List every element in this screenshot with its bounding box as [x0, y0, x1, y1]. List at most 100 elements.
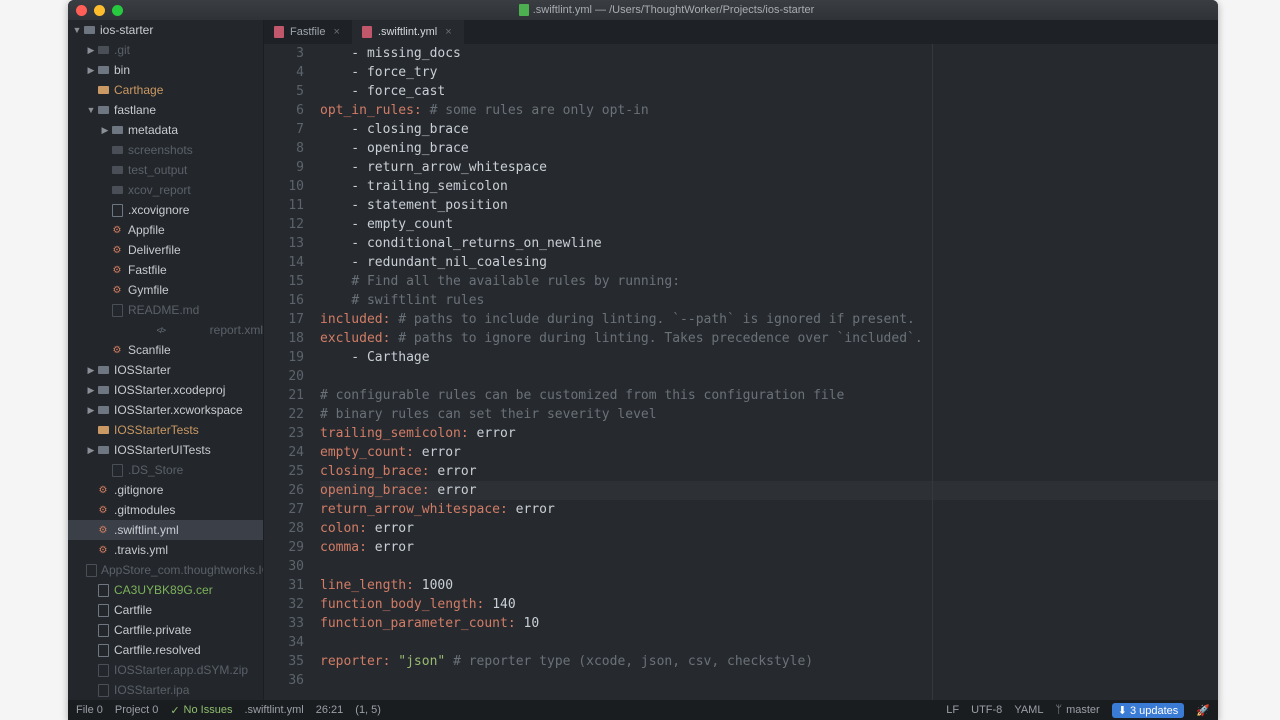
line-number[interactable]: 25 — [264, 462, 304, 481]
code-line[interactable]: - return_arrow_whitespace — [320, 158, 1218, 177]
tree-item[interactable]: Cartfile — [68, 600, 263, 620]
zoom-window-button[interactable] — [112, 5, 123, 16]
status-issues[interactable]: ✓ No Issues — [170, 704, 232, 717]
line-number[interactable]: 4 — [264, 63, 304, 82]
code-line[interactable]: - empty_count — [320, 215, 1218, 234]
line-number[interactable]: 5 — [264, 82, 304, 101]
rocket-icon[interactable]: 🚀 — [1196, 704, 1210, 717]
status-file[interactable]: File 0 — [76, 704, 103, 716]
code-line[interactable]: colon: error — [320, 519, 1218, 538]
tree-item[interactable]: ▶metadata — [68, 120, 263, 140]
code-content[interactable]: - missing_docs - force_try - force_casto… — [314, 44, 1218, 700]
tree-item[interactable]: ▶IOSStarterUITests — [68, 440, 263, 460]
code-line[interactable]: - opening_brace — [320, 139, 1218, 158]
tree-item[interactable]: ▼fastlane — [68, 100, 263, 120]
chevron-icon[interactable]: ▶ — [86, 365, 96, 376]
tree-item[interactable]: ▶IOSStarter.xcworkspace — [68, 400, 263, 420]
code-line[interactable]: trailing_semicolon: error — [320, 424, 1218, 443]
code-line[interactable]: closing_brace: error — [320, 462, 1218, 481]
tree-item[interactable]: .travis.yml — [68, 540, 263, 560]
code-line[interactable]: - statement_position — [320, 196, 1218, 215]
line-number[interactable]: 17 — [264, 310, 304, 329]
line-number[interactable]: 28 — [264, 519, 304, 538]
close-tab-icon[interactable]: × — [443, 26, 453, 38]
tree-item[interactable]: IOSStarter.app.dSYM.zip — [68, 660, 263, 680]
editor-split-divider[interactable] — [932, 44, 933, 700]
chevron-icon[interactable]: ▶ — [86, 405, 96, 416]
chevron-icon[interactable]: ▼ — [72, 25, 82, 35]
line-number[interactable]: 29 — [264, 538, 304, 557]
line-number[interactable]: 15 — [264, 272, 304, 291]
line-number[interactable]: 7 — [264, 120, 304, 139]
line-number[interactable]: 18 — [264, 329, 304, 348]
chevron-icon[interactable]: ▶ — [86, 45, 96, 56]
status-cursor-pos[interactable]: 26:21 — [316, 704, 344, 716]
tree-item[interactable]: ▶.git — [68, 40, 263, 60]
code-line[interactable]: - Carthage — [320, 348, 1218, 367]
tab[interactable]: .swiftlint.yml× — [352, 20, 464, 44]
line-number[interactable]: 23 — [264, 424, 304, 443]
tree-item[interactable]: Fastfile — [68, 260, 263, 280]
tree-item[interactable]: ▼ios-starter — [68, 20, 263, 40]
line-number[interactable]: 13 — [264, 234, 304, 253]
tree-item[interactable]: ▶bin — [68, 60, 263, 80]
tree-item[interactable]: .DS_Store — [68, 460, 263, 480]
chevron-icon[interactable]: ▼ — [86, 105, 96, 115]
code-line[interactable]: function_body_length: 140 — [320, 595, 1218, 614]
code-line[interactable]: # binary rules can set their severity le… — [320, 405, 1218, 424]
line-number[interactable]: 20 — [264, 367, 304, 386]
tree-item[interactable]: .swiftlint.yml — [68, 520, 263, 540]
code-line[interactable]: - missing_docs — [320, 44, 1218, 63]
line-number[interactable]: 32 — [264, 595, 304, 614]
line-number[interactable]: 27 — [264, 500, 304, 519]
code-line[interactable] — [320, 367, 1218, 386]
code-line[interactable]: empty_count: error — [320, 443, 1218, 462]
tree-item[interactable]: screenshots — [68, 140, 263, 160]
code-line[interactable]: reporter: "json" # reporter type (xcode,… — [320, 652, 1218, 671]
tree-item[interactable]: Appfile — [68, 220, 263, 240]
tree-item[interactable]: report.xml — [68, 320, 263, 340]
tree-item[interactable]: Deliverfile — [68, 240, 263, 260]
line-number[interactable]: 36 — [264, 671, 304, 690]
file-tree-sidebar[interactable]: ▼ios-starter▶.git▶binCarthage▼fastlane▶m… — [68, 20, 264, 700]
line-number[interactable]: 8 — [264, 139, 304, 158]
tab[interactable]: Fastfile× — [264, 20, 352, 44]
tree-item[interactable]: Carthage — [68, 80, 263, 100]
line-number[interactable]: 12 — [264, 215, 304, 234]
tree-item[interactable]: ▶IOSStarter — [68, 360, 263, 380]
code-line[interactable]: - trailing_semicolon — [320, 177, 1218, 196]
line-number[interactable]: 3 — [264, 44, 304, 63]
tree-item[interactable]: IOSStarter.ipa — [68, 680, 263, 700]
close-window-button[interactable] — [76, 5, 87, 16]
code-line[interactable] — [320, 557, 1218, 576]
line-number[interactable]: 22 — [264, 405, 304, 424]
code-line[interactable]: return_arrow_whitespace: error — [320, 500, 1218, 519]
line-number[interactable]: 9 — [264, 158, 304, 177]
tree-item[interactable]: README.md — [68, 300, 263, 320]
tree-item[interactable]: ▶IOSStarter.xcodeproj — [68, 380, 263, 400]
code-line[interactable]: - force_cast — [320, 82, 1218, 101]
code-line[interactable]: # swiftlint rules — [320, 291, 1218, 310]
code-line[interactable]: function_parameter_count: 10 — [320, 614, 1218, 633]
tree-item[interactable]: Scanfile — [68, 340, 263, 360]
tree-item[interactable]: test_output — [68, 160, 263, 180]
line-number[interactable]: 14 — [264, 253, 304, 272]
line-number[interactable]: 6 — [264, 101, 304, 120]
status-git-branch[interactable]: ᛘ master — [1055, 704, 1099, 716]
status-project[interactable]: Project 0 — [115, 704, 158, 716]
line-number[interactable]: 21 — [264, 386, 304, 405]
chevron-icon[interactable]: ▶ — [86, 65, 96, 76]
status-eol[interactable]: LF — [946, 704, 959, 716]
code-line[interactable]: included: # paths to include during lint… — [320, 310, 1218, 329]
tree-item[interactable]: AppStore_com.thoughtworks.IOSS — [68, 560, 263, 580]
tree-item[interactable]: IOSStarterTests — [68, 420, 263, 440]
status-language[interactable]: YAML — [1014, 704, 1043, 716]
line-number[interactable]: 26 — [264, 481, 304, 500]
code-line[interactable] — [320, 671, 1218, 690]
code-line[interactable]: excluded: # paths to ignore during linti… — [320, 329, 1218, 348]
chevron-icon[interactable]: ▶ — [86, 385, 96, 396]
code-line[interactable]: - closing_brace — [320, 120, 1218, 139]
code-line[interactable]: - redundant_nil_coalesing — [320, 253, 1218, 272]
status-encoding[interactable]: UTF-8 — [971, 704, 1002, 716]
line-number[interactable]: 30 — [264, 557, 304, 576]
